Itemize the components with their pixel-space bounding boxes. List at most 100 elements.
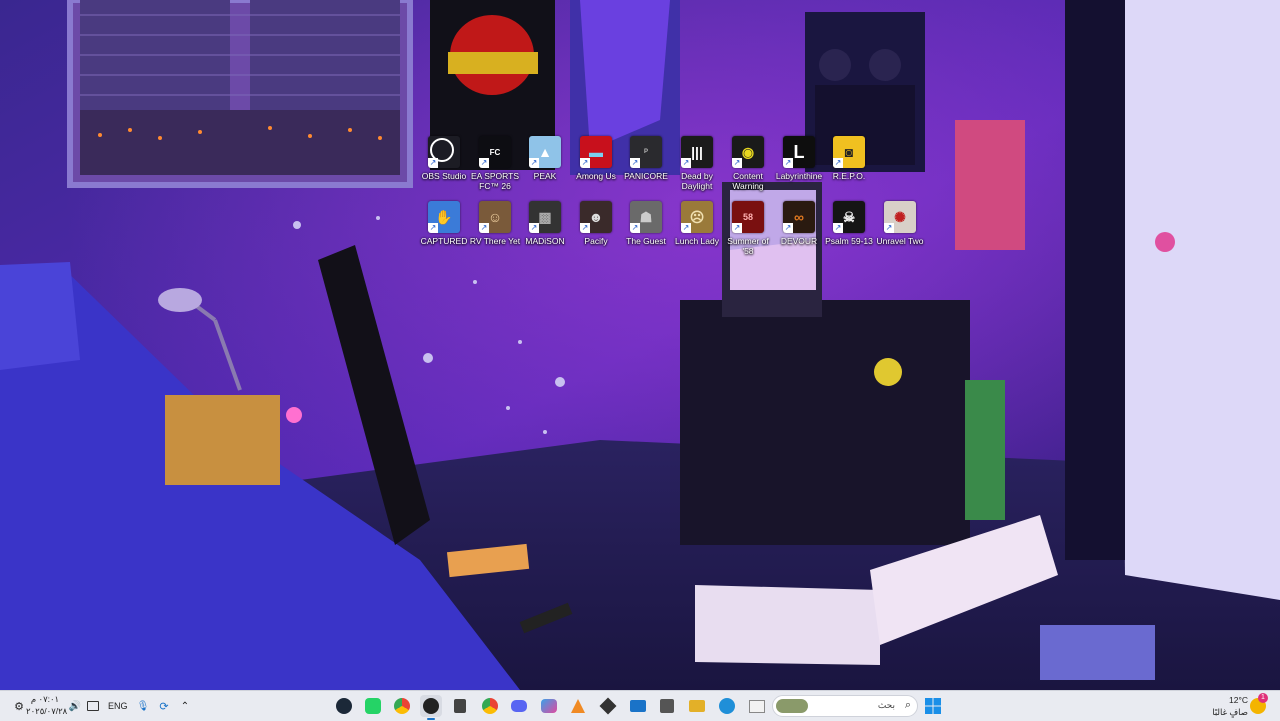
taskbar-app-whatsapp[interactable]: [362, 695, 384, 717]
copilot-icon: [541, 699, 557, 713]
obs-icon: ↗: [428, 136, 460, 168]
sync-icon: ⟳: [159, 700, 169, 713]
desktop-icon-obs-studio[interactable]: ↗ OBS Studio: [418, 136, 470, 181]
taskbar-search[interactable]: ⌕ بحث: [772, 695, 918, 717]
rv-there-yet-icon: ☺ ↗: [479, 201, 511, 233]
psalm-icon: ☠ ↗: [833, 201, 865, 233]
search-highlight-image: [776, 699, 808, 713]
desktop-icon-label: R.E.P.O.: [832, 171, 866, 181]
taskbar-app-store[interactable]: [656, 695, 678, 717]
desktop-icon-label: Dead by Daylight: [681, 171, 713, 191]
taskbar-app-chrome[interactable]: [479, 695, 501, 717]
desktop-icon-the-guest[interactable]: ☗ ↗ The Guest: [620, 201, 672, 246]
desktop-icon-summer-of-58[interactable]: 58 ↗ Summer of '58: [722, 201, 774, 256]
desktop-icon-repo[interactable]: ◙ ↗ R.E.P.O.: [823, 136, 875, 181]
tray-volume-button[interactable]: 🔊: [68, 691, 82, 721]
desktop-icon-among-us[interactable]: ▬ ↗ Among Us: [570, 136, 622, 181]
clock[interactable]: ٠٧:٠١ م ٢٠٢٥/٠٧/٢٨: [26, 693, 68, 719]
tray-overflow-button[interactable]: ⌃: [178, 691, 192, 721]
store-icon: [660, 699, 674, 713]
desktop-icon-label: MADiSON: [525, 236, 565, 246]
desktop-icon-label: OBS Studio: [421, 171, 467, 181]
desktop-icon-label: Labyrinthine: [775, 171, 823, 181]
discord-icon: [511, 700, 527, 712]
desktop-icon-label: DEVOUR: [780, 236, 818, 246]
start-button[interactable]: [922, 695, 944, 717]
desktop-icon-rv-there-yet[interactable]: ☺ ↗ RV There Yet: [469, 201, 521, 246]
desktop-icon-psalm-59-13[interactable]: ☠ ↗ Psalm 59-13: [823, 201, 875, 246]
desktop-icon-label: The Guest: [626, 236, 666, 246]
panicore-icon: P ↗: [630, 136, 662, 168]
pacify-icon: ☻ ↗: [580, 201, 612, 233]
desktop-icon-label: Unravel Two: [876, 236, 924, 246]
tray-display-button[interactable]: [86, 691, 100, 721]
weather-condition: صافٍ غالبًا: [1212, 707, 1248, 717]
tray-sync-button[interactable]: ⟳: [156, 691, 172, 721]
taskbar-app-dark[interactable]: [597, 695, 619, 717]
taskbar-app-explorer[interactable]: [746, 695, 768, 717]
chevron-up-icon: ⌃: [180, 700, 190, 712]
desktop-icon-label: Pacify: [584, 236, 608, 246]
taskbar-app-epic[interactable]: [449, 695, 471, 717]
taskbar: 1 12°C صافٍ غالبًا ⌕ بحث ⌃ ⟳ 🎙 ENG 🔊 ٠٧:…: [0, 690, 1280, 721]
taskbar-app-edge[interactable]: [716, 695, 738, 717]
among-us-icon: ▬ ↗: [580, 136, 612, 168]
notification-badge: 1: [1258, 693, 1268, 703]
tray-settings-button[interactable]: ⚙: [12, 691, 26, 721]
vlc-like-icon: [571, 699, 585, 713]
dead-by-daylight-icon: ||| ↗: [681, 136, 713, 168]
desktop-icon-madison[interactable]: ▩ ↗ MADiSON: [519, 201, 571, 246]
mic-icon: 🎙: [136, 700, 150, 712]
volume-icon: 🔊: [68, 700, 82, 712]
clock-date: ٢٠٢٥/٠٧/٢٨: [26, 706, 68, 716]
language-indicator[interactable]: ENG: [108, 691, 128, 721]
desktop-icon-pacify[interactable]: ☻ ↗ Pacify: [570, 201, 622, 246]
desktop-icon-label: PEAK: [533, 171, 557, 181]
desktop-icon-labyrinthine[interactable]: L ↗ Labyrinthine: [773, 136, 825, 181]
tray-mic-button[interactable]: 🎙: [136, 691, 150, 721]
desktop-icon-label: EA SPORTS FC™ 26: [470, 171, 520, 191]
desktop-icon-panicore[interactable]: P ↗ PANICORE: [620, 136, 672, 181]
obs-taskbar-icon: [423, 698, 439, 714]
desktop-icon-peak[interactable]: ▲ ↗ PEAK: [519, 136, 571, 181]
the-guest-icon: ☗ ↗: [630, 201, 662, 233]
taskbar-app-orange[interactable]: [567, 695, 589, 717]
desktop-icon-ea-sports-fc26[interactable]: FC ↗ EA SPORTS FC™ 26: [469, 136, 521, 191]
epic-icon: [454, 699, 466, 713]
files-app-icon: [689, 700, 705, 712]
desktop-icon-captured[interactable]: ✋ ↗ CAPTURED: [418, 201, 470, 246]
gear-icon: ⚙: [14, 700, 24, 713]
taskbar-app-obs[interactable]: [420, 695, 442, 720]
desktop-icon-unravel-two[interactable]: ✺ ↗ Unravel Two: [874, 201, 926, 246]
chrome-icon: [482, 698, 498, 714]
explorer-icon: [749, 699, 765, 713]
windows-start-icon: [925, 698, 941, 714]
taskbar-app-steam[interactable]: [333, 695, 355, 717]
content-warning-icon: ◉ ↗: [732, 136, 764, 168]
taskbar-app-chrome-profile[interactable]: [391, 695, 413, 717]
desktop-icon-label: Summer of '58: [727, 236, 769, 256]
desktop-icon-label: Among Us: [576, 171, 616, 181]
madison-icon: ▩ ↗: [529, 201, 561, 233]
weather-widget[interactable]: 1 12°C صافٍ غالبًا: [1210, 693, 1276, 719]
display-icon: [87, 701, 99, 711]
repo-icon: ◙ ↗: [833, 136, 865, 168]
desktop-icon-label: Psalm 59-13: [825, 236, 873, 246]
summer-of-58-icon: 58 ↗: [732, 201, 764, 233]
taskbar-app-discord[interactable]: [508, 695, 530, 717]
desktop-icon-label: Content Warning: [732, 171, 764, 191]
taskbar-app-mail[interactable]: [627, 695, 649, 717]
taskbar-app-copilot[interactable]: [538, 695, 560, 717]
desktop-icon-lunch-lady[interactable]: ☹ ↗ Lunch Lady: [671, 201, 723, 246]
desktop-icon-dead-by-daylight[interactable]: ||| ↗ Dead by Daylight: [671, 136, 723, 191]
search-icon: ⌕: [904, 699, 911, 711]
search-placeholder: بحث: [877, 700, 895, 710]
chrome-badge-icon: [394, 698, 410, 714]
desktop-icon-devour[interactable]: ∞ ↗ DEVOUR: [773, 201, 825, 246]
steam-icon: [336, 698, 352, 714]
labyrinthine-icon: L ↗: [783, 136, 815, 168]
desktop-icon-content-warning[interactable]: ◉ ↗ Content Warning: [722, 136, 774, 191]
devour-icon: ∞ ↗: [783, 201, 815, 233]
edge-icon: [719, 698, 735, 714]
taskbar-app-files[interactable]: [686, 695, 708, 717]
